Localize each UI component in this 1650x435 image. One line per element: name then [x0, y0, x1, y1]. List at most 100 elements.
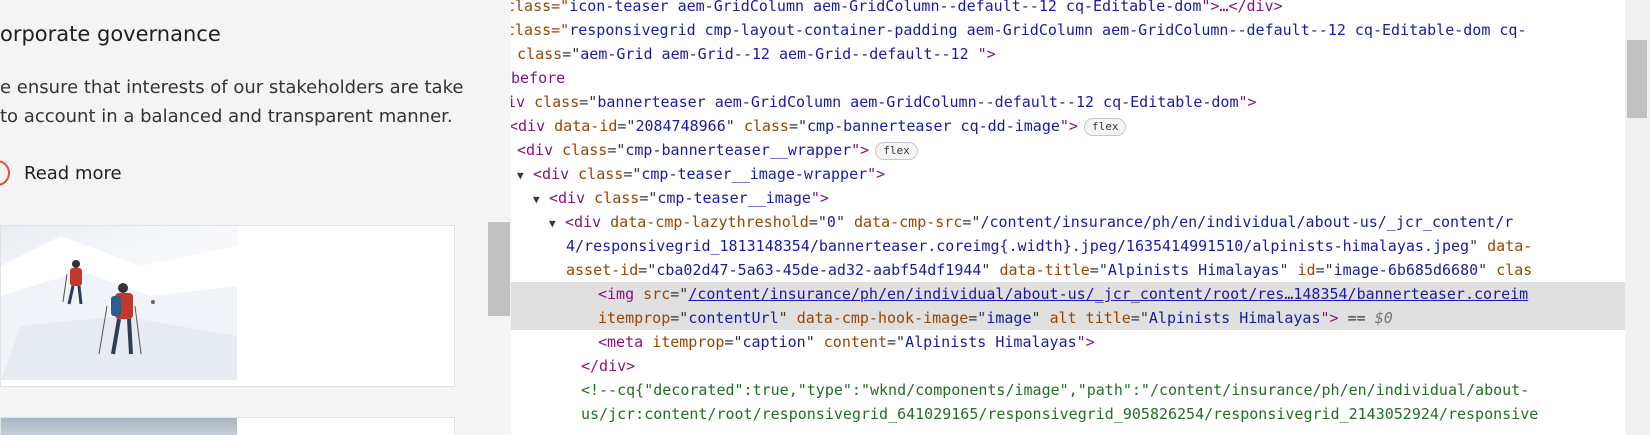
- teaser-card[interactable]: [0, 225, 455, 387]
- dom-node-line[interactable]: <div data-id="2084748966" class="cmp-ban…: [511, 114, 1623, 138]
- code-token: cba02d47-5a63-45de-ad32-aabf54df1944: [656, 261, 982, 279]
- selected-dom-node-line[interactable]: itemprop="contentUrl" data-cmp-hook-imag…: [511, 306, 1625, 330]
- teaser-image: [1, 418, 237, 435]
- code-token: alt title: [1049, 309, 1131, 327]
- code-token: <!--cq{"decorated":true,"type":"wknd/com…: [581, 381, 1530, 399]
- code-token: ": [805, 333, 824, 351]
- webpage-viewport: orporate governance e ensure that intere…: [0, 0, 463, 435]
- selected-dom-node-line[interactable]: <img src="/content/insurance/ph/en/indiv…: [511, 282, 1625, 306]
- dom-node-line[interactable]: 4/responsivegrid_1813148354/bannerteaser…: [511, 234, 1625, 258]
- code-token: =": [1089, 261, 1108, 279]
- code-token: image: [986, 309, 1032, 327]
- code-token: src: [643, 285, 671, 303]
- code-token: =": [579, 93, 598, 111]
- read-more-link[interactable]: Read more: [0, 160, 122, 186]
- code-token: content: [823, 333, 887, 351]
- page-scrollbar-thumb[interactable]: [488, 222, 510, 316]
- section-heading: orporate governance: [0, 22, 221, 46]
- code-token: clas: [1496, 261, 1533, 279]
- code-token: responsivegrid cmp-layout-container-padd…: [569, 21, 1527, 39]
- code-token: ">: [1059, 117, 1078, 135]
- code-token: ": [1031, 309, 1050, 327]
- code-token: data-cmp-src: [854, 213, 963, 231]
- dom-node-line[interactable]: v class="aem-Grid aem-Grid--12 aem-Grid-…: [511, 42, 1613, 66]
- code-token: <div: [511, 117, 555, 135]
- code-token: <img: [598, 285, 644, 303]
- code-token: data-cmp-lazythreshold: [610, 213, 809, 231]
- section-paragraph: e ensure that interests of our stakehold…: [0, 73, 463, 131]
- expand-triangle-icon[interactable]: ▼: [549, 212, 565, 234]
- dom-node-line[interactable]: ▼<div class="cmp-bannerteaser__wrapper">…: [511, 138, 1615, 162]
- code-token: class=": [511, 0, 570, 15]
- code-token: <div: [565, 213, 611, 231]
- code-token: data-: [1487, 237, 1533, 255]
- dom-node-line[interactable]: ▼ <div class="cmp-teaser__image-wrapper">: [511, 162, 1625, 186]
- dom-node-line[interactable]: iv class="bannerteaser aem-GridColumn ae…: [511, 90, 1621, 114]
- code-token: <div: [533, 165, 579, 183]
- dom-node-line[interactable]: <!--cq{"decorated":true,"type":"wknd/com…: [511, 378, 1625, 402]
- code-token: =": [968, 309, 987, 327]
- dom-node-line[interactable]: us/jcr:content/root/responsivegrid_64102…: [511, 402, 1625, 426]
- code-token: $0: [1374, 309, 1393, 327]
- code-token: asset-id: [566, 261, 639, 279]
- expand-triangle-icon[interactable]: ▼: [517, 164, 533, 186]
- code-token: ">: [1076, 333, 1095, 351]
- code-token: =": [562, 45, 581, 63]
- dom-node-line[interactable]: ▼ <div data-cmp-lazythreshold="0" data-cm…: [511, 210, 1625, 234]
- dom-node-line[interactable]: class="responsivegrid cmp-layout-contain…: [511, 18, 1620, 42]
- code-token: iv: [511, 93, 526, 111]
- code-token: ": [981, 261, 1000, 279]
- code-token: itemprop: [598, 309, 671, 327]
- code-token: =": [670, 285, 689, 303]
- code-token: ">…</div>: [1201, 0, 1283, 15]
- code-token: =": [788, 117, 808, 135]
- flex-badge[interactable]: flex: [875, 142, 918, 160]
- flex-badge[interactable]: flex: [1083, 118, 1127, 136]
- code-token: icon-teaser aem-GridColumn aem-GridColum…: [569, 0, 1202, 15]
- code-token: cmp-teaser__image: [657, 189, 811, 207]
- code-token: data-title: [999, 261, 1090, 279]
- code-token: id: [1297, 261, 1316, 279]
- code-token: </div>: [581, 357, 636, 375]
- code-token: ": [778, 309, 797, 327]
- code-token: Alpinists Himalayas: [1107, 261, 1280, 279]
- dom-node-line[interactable]: class="icon-teaser aem-GridColumn aem-Gr…: [511, 0, 1620, 18]
- paragraph-line: e ensure that interests of our stakehold…: [0, 77, 463, 98]
- code-token: <div: [549, 189, 595, 207]
- code-token: =": [962, 213, 981, 231]
- code-token: Alpinists Himalayas: [1148, 309, 1321, 327]
- code-token: class: [562, 141, 608, 159]
- expand-triangle-icon[interactable]: ▼: [533, 188, 549, 210]
- dom-node-line[interactable]: ▼ <div class="cmp-teaser__image">: [511, 186, 1625, 210]
- teaser-card[interactable]: [0, 417, 455, 435]
- read-more-label: Read more: [24, 162, 122, 184]
- code-token: class: [534, 93, 580, 111]
- pane-splitter[interactable]: [463, 0, 511, 435]
- dom-node-line[interactable]: </div>: [511, 354, 1625, 378]
- code-token: contentUrl: [688, 309, 779, 327]
- code-token: =": [638, 261, 657, 279]
- code-token: class: [578, 165, 624, 183]
- dom-node-line[interactable]: before: [511, 66, 1625, 90]
- code-token: caption: [742, 333, 806, 351]
- code-token: class: [594, 189, 640, 207]
- dom-node-line[interactable]: asset-id="cba02d47-5a63-45de-ad32-aabf54…: [511, 258, 1625, 282]
- code-token: =": [808, 213, 827, 231]
- code-token: cmp-bannerteaser cq-dd-image: [807, 117, 1060, 135]
- code-token[interactable]: /content/insurance/ph/en/individual/abou…: [688, 285, 1528, 303]
- code-token: image-6b685d6680: [1333, 261, 1479, 279]
- code-token: class: [517, 45, 563, 63]
- code-token: ": [725, 117, 744, 135]
- code-token: class=": [511, 21, 570, 39]
- code-token: ">: [1238, 93, 1257, 111]
- code-token: 2084748966: [635, 117, 726, 135]
- devtools-scrollbar-thumb[interactable]: [1627, 40, 1647, 118]
- code-token: class: [743, 117, 789, 135]
- code-token: /content/insurance/ph/en/individual/abou…: [980, 213, 1514, 231]
- code-token: ">: [851, 141, 870, 159]
- circle-arrow-icon: [0, 160, 10, 186]
- code-token: <meta: [598, 333, 653, 351]
- dom-node-line[interactable]: <meta itemprop="caption" content="Alpini…: [511, 330, 1625, 354]
- code-token: ">: [977, 45, 996, 63]
- teaser-image: [1, 226, 237, 380]
